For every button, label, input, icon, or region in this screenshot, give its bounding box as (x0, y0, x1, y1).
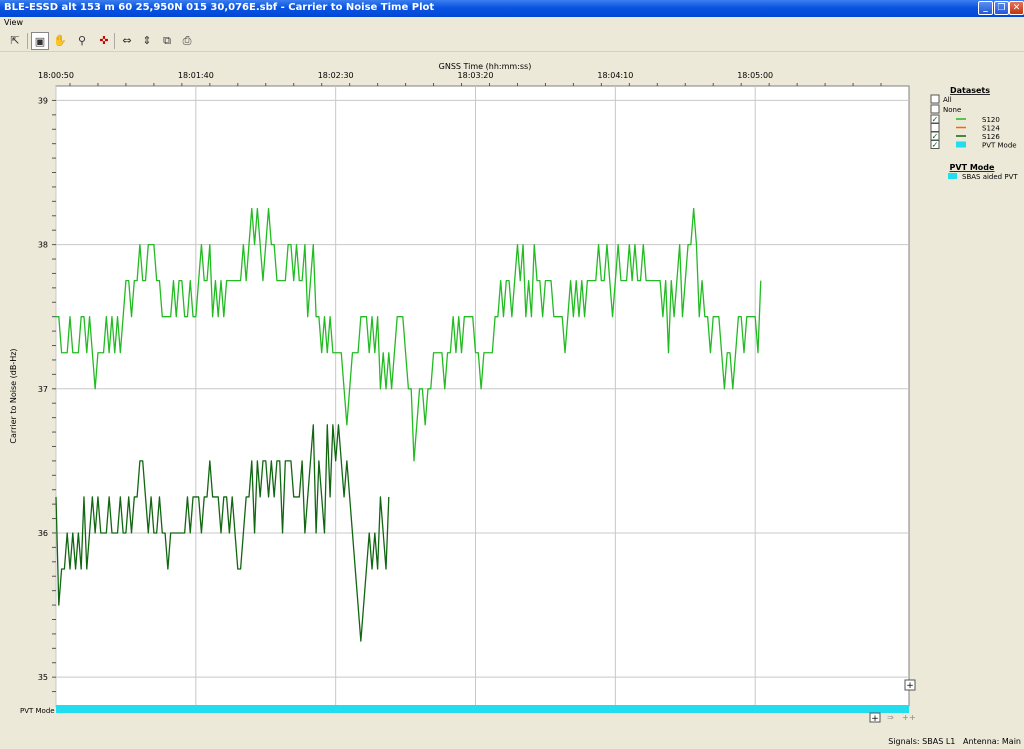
pvt-legend-swatch (948, 173, 957, 179)
pan-hand-icon[interactable]: ✋ (51, 32, 69, 50)
datasets-title: Datasets (950, 86, 990, 95)
close-button[interactable]: ✕ (1009, 1, 1024, 15)
signals-status: Signals: SBAS L1 (888, 737, 956, 746)
copy-icon[interactable]: ⧉ (158, 32, 176, 50)
menu-bar: View (0, 17, 1024, 30)
chart-container: 18:00:50 18:01:40 18:02:30 18:03:20 18:04:10… (0, 52, 1024, 749)
check-icon: ✓ (932, 141, 939, 150)
arrow-icon: ⇒ (887, 713, 894, 722)
pvt-mode-bar (56, 705, 909, 713)
x-axis-label: GNSS Time (hh:mm:ss) (439, 62, 532, 71)
legend-label: S120 (982, 116, 1000, 124)
pvt-row-label: PVT Mode (20, 707, 55, 715)
zoom-tool-icon[interactable]: ⚲ (73, 32, 91, 50)
x-tick-label: 18:02:30 (318, 71, 354, 80)
legend-items: ✓ S120S124✓ S126✓ PVT Mode (930, 114, 1017, 150)
legend-label: S124 (982, 125, 1000, 133)
menu-view[interactable]: View (4, 18, 23, 27)
title-bar: BLE-ESSD alt 153 m 60 25,950N 015 30,076… (0, 0, 1024, 17)
plus-icon: + (871, 714, 879, 724)
select-tool-icon[interactable]: ⇱ (6, 32, 24, 50)
y-tick-label: 38 (38, 241, 48, 250)
restore-button[interactable]: ❐ (994, 1, 1009, 15)
check-icon: ✓ (932, 115, 939, 124)
none-label: None (943, 106, 961, 114)
x-tick-label: 18:03:20 (458, 71, 494, 80)
cn0-chart[interactable]: 18:00:50 18:01:40 18:02:30 18:03:20 18:04:10… (0, 52, 1024, 749)
plot-background (55, 85, 910, 707)
x-tick-label: 18:05:00 (737, 71, 773, 80)
y-tick-label: 37 (38, 385, 48, 394)
toolbar-separator (27, 33, 28, 49)
y-axis-label: Carrier to Noise (dB-Hz) (9, 348, 18, 443)
pvt-legend-label: SBAS aided PVT (962, 173, 1018, 181)
window-title: BLE-ESSD alt 153 m 60 25,950N 015 30,076… (4, 2, 435, 13)
legend-panel: Datasets All None ✓ S120S124✓ S126✓ PVT Mod… (930, 86, 1018, 181)
all-checkbox[interactable] (930, 94, 940, 104)
dataset-checkbox-s124[interactable] (930, 123, 940, 132)
y-tick-label: 39 (38, 96, 48, 105)
x-tick-label: 18:04:10 (597, 71, 633, 80)
plus-icon: + (906, 681, 914, 691)
zoom-window-icon[interactable]: ▣ (31, 32, 49, 50)
y-tick-label: 36 (38, 529, 48, 538)
x-tick-label: 18:01:40 (178, 71, 214, 80)
pvt-mode-title: PVT Mode (950, 163, 995, 172)
legend-label: PVT Mode (982, 142, 1017, 150)
print-icon[interactable]: ⎙ (178, 32, 196, 50)
toolbar: ⇱ ▣ ✋ ⚲ ✜ ⇔ ⇕ ⧉ ⎙ (0, 30, 1024, 52)
x-axis-ticks: 18:00:50 18:01:40 18:02:30 18:03:20 18:04:10… (38, 71, 882, 86)
cross-icon: + (909, 713, 916, 722)
legend-label: S126 (982, 133, 1000, 141)
antenna-status: Antenna: Main (963, 737, 1021, 746)
minimize-button[interactable]: _ (978, 1, 993, 15)
status-bar: Signals: SBAS L1 Antenna: Main (888, 737, 1021, 746)
fit-all-icon[interactable]: ✜ (95, 32, 113, 50)
none-checkbox[interactable] (930, 104, 940, 114)
toolbar-separator (114, 33, 115, 49)
fit-horizontal-icon[interactable]: ⇔ (118, 32, 136, 50)
y-axis-ticks: 35 36 37 38 39 (38, 96, 56, 693)
fit-vertical-icon[interactable]: ⇕ (138, 32, 156, 50)
y-tick-label: 35 (38, 673, 48, 682)
legend-swatch (956, 141, 966, 148)
cross-icon: + (902, 713, 909, 722)
x-tick-label: 18:00:50 (38, 71, 74, 80)
all-label: All (943, 96, 952, 104)
